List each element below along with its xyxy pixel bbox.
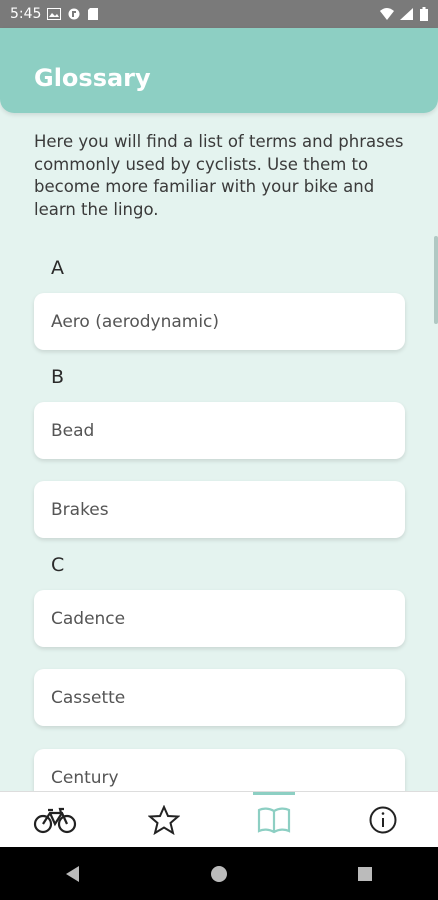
term-card[interactable]: Brakes [34,481,405,538]
back-icon[interactable] [63,864,83,884]
gallery-icon [47,8,62,20]
home-icon[interactable] [209,864,229,884]
app-header: Glossary [0,28,438,113]
battery-icon [420,7,428,21]
system-nav-bar [0,847,438,900]
bottom-nav [0,791,438,848]
nav-info[interactable] [329,792,438,848]
signal-icon [400,8,413,20]
status-bar: 5:45 [0,0,438,28]
glossary-list[interactable]: Here you will find a list of terms and p… [0,113,438,791]
intro-text: Here you will find a list of terms and p… [34,132,404,219]
sd-card-icon [88,8,99,20]
recents-icon[interactable] [355,864,375,884]
term-card[interactable]: Aero (aerodynamic) [34,293,405,350]
nav-bikes[interactable] [0,792,110,848]
section-letter-c: C [51,554,65,576]
nav-glossary[interactable] [219,792,329,848]
term-card[interactable]: Cadence [34,590,405,647]
term-card[interactable]: Cassette [34,669,405,726]
section-letter-a: A [51,257,64,279]
book-icon [257,807,290,834]
term-card[interactable]: Bead [34,402,405,459]
bike-icon [33,807,76,834]
star-icon [148,805,181,835]
shield-icon [68,8,80,20]
term-card[interactable]: Century [34,749,405,791]
status-time: 5:45 [10,6,42,22]
scrollbar[interactable] [434,236,438,324]
wifi-icon [380,8,394,20]
nav-favorites[interactable] [110,792,220,848]
section-letter-b: B [51,366,65,388]
info-icon [369,806,397,834]
page-title: Glossary [34,64,151,92]
